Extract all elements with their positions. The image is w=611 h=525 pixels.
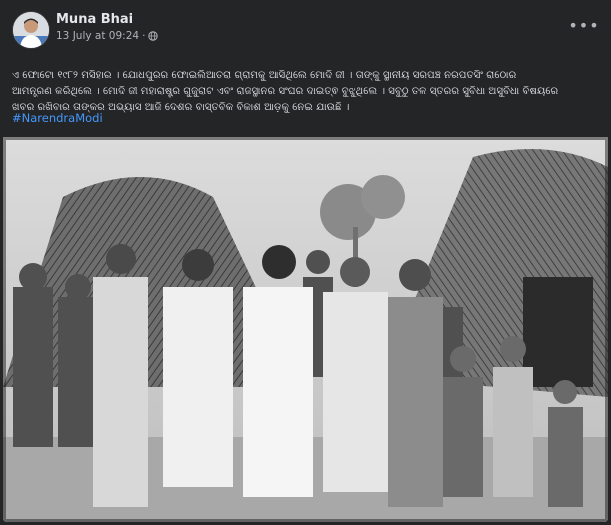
author-name[interactable]: Muna Bhai (56, 12, 133, 27)
meta-separator: · (142, 30, 146, 42)
post-text-line: ଏ ଫୋଟୋ ୧୯୮୨ ମସିହାର । ଯୋଧପୁରର ଫୋଇଲିଆତରା ଗ… (12, 70, 517, 81)
post-text-line: ଆମନ୍ତ୍ରଣ କରିଥିଲେ । ମୋଦି ଜୀ ମହାରାଷ୍ଟ୍ର ଗୁ… (12, 86, 559, 97)
more-options-button[interactable]: ••• (568, 16, 598, 35)
hashtag-link[interactable]: #NarendraModi (12, 111, 103, 125)
ellipsis-icon: ••• (568, 15, 600, 35)
avatar-image (13, 12, 49, 48)
post-header: Muna Bhai 13 July at 09:24 · ••• (12, 11, 602, 51)
globe-icon[interactable] (148, 31, 159, 41)
post-timestamp[interactable]: 13 July at 09:24 (56, 30, 139, 42)
post-text: ଏ ଫୋଟୋ ୧୯୮୨ ମସିହାର । ଯୋଧପୁରର ଫୋଇଲିଆତରା ଗ… (12, 68, 602, 116)
post-meta: 13 July at 09:24 · (56, 30, 159, 42)
author-avatar[interactable] (12, 11, 50, 49)
facebook-post: Muna Bhai 13 July at 09:24 · ••• ଏ ଫୋଟୋ … (3, 3, 608, 522)
post-photo[interactable] (3, 137, 608, 522)
historical-group-photo (3, 137, 608, 522)
